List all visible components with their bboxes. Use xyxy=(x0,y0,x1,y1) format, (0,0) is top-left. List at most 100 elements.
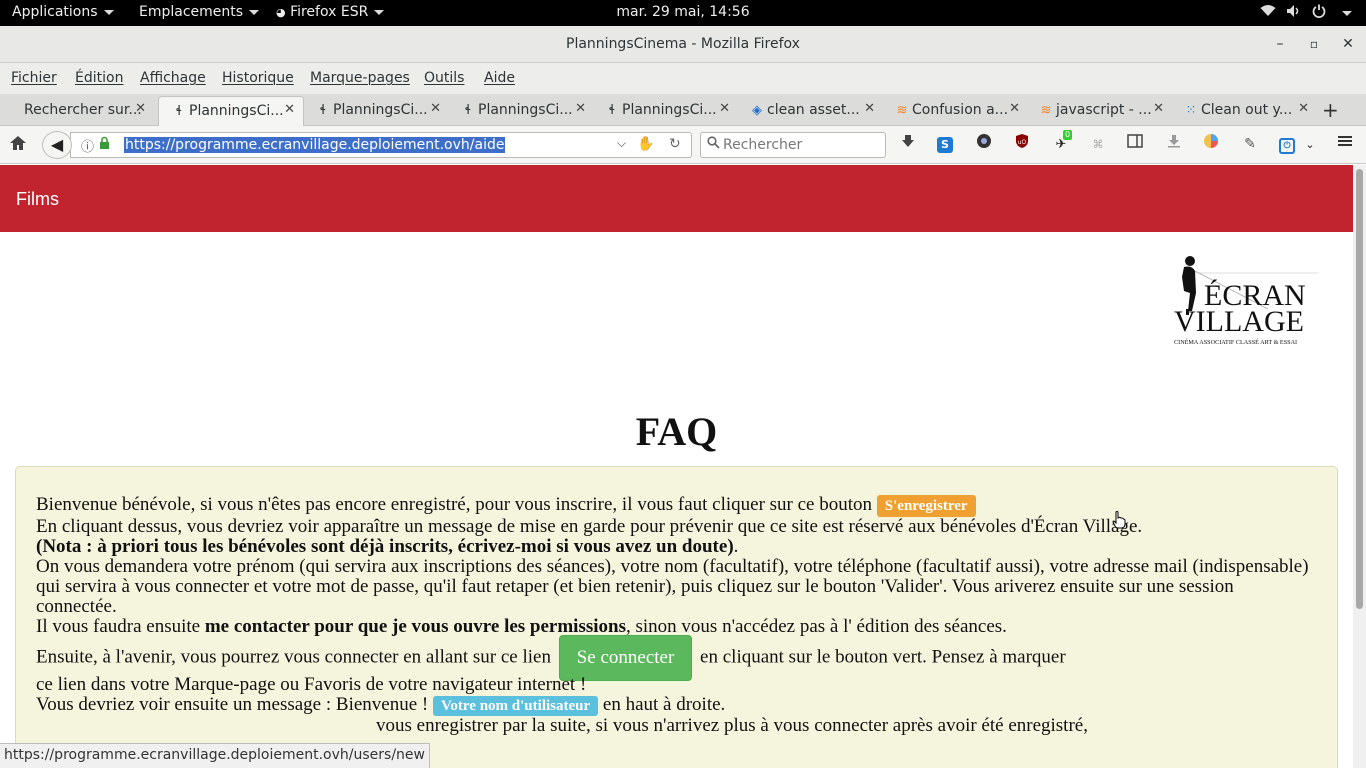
tab-planningscinema-2[interactable]: ɬ PlanningsCi... ✕ xyxy=(303,96,449,126)
faq-paragraph-welcome: Vous devriez voir ensuite un message : B… xyxy=(36,695,1316,716)
faq-nota-end: . xyxy=(733,536,739,557)
url-text[interactable]: https://programme.ecranvillage.deploieme… xyxy=(124,137,506,153)
tab-planningscinema-active[interactable]: ɬ PlanningsCi... ✕ xyxy=(158,96,304,126)
menu-edition[interactable]: Édition xyxy=(75,70,123,86)
tab-label: PlanningsCi... xyxy=(333,102,428,118)
menu-historique[interactable]: Historique xyxy=(222,70,294,86)
tab-clean-out[interactable]: ⁙ Clean out y... ✕ xyxy=(1171,96,1317,126)
search-input[interactable] xyxy=(723,135,881,155)
tab-label: javascript - ... xyxy=(1056,102,1152,118)
tab-confusion[interactable]: ≋ Confusion a... ✕ xyxy=(882,96,1028,126)
faq-nota-bold: (Nota : à priori tous les bénévoles sont… xyxy=(36,536,734,557)
logo-line2: VILLAGE xyxy=(1174,305,1304,338)
close-tab-icon[interactable]: ✕ xyxy=(1009,101,1020,116)
system-status-area[interactable] xyxy=(1260,4,1352,22)
close-button[interactable]: ✕ xyxy=(1338,34,1358,54)
brand-link-films[interactable]: Films xyxy=(16,189,59,210)
close-tab-icon[interactable]: ✕ xyxy=(1153,101,1164,116)
faq-welcome-before: Vous devriez voir ensuite un message : B… xyxy=(36,694,429,715)
menu-marque-pages[interactable]: Marque-pages xyxy=(310,70,410,86)
sidebar-icon[interactable] xyxy=(1125,133,1145,155)
tab-label: PlanningsCi... xyxy=(622,102,717,118)
navigation-toolbar: ⓘ https://programme.ecranvillage.deploie… xyxy=(0,126,1366,164)
arrow-left-icon: ◀ xyxy=(50,135,64,154)
faq-permissions-after: , sinon vous n'accédez pas à l' édition … xyxy=(626,616,1007,637)
site-navbar: Films xyxy=(0,165,1353,232)
badge-count: 0 xyxy=(1063,130,1073,140)
ecran-village-icon: ɬ xyxy=(464,103,472,118)
extension-hand-icon[interactable]: ✋ xyxy=(637,136,654,152)
system-top-bar: Applications Emplacements ◕ Firefox ESR … xyxy=(0,0,1366,26)
status-link-preview: https://programme.ecranvillage.deploieme… xyxy=(0,743,430,768)
minimize-button[interactable]: – xyxy=(1270,34,1290,54)
close-tab-icon[interactable]: ✕ xyxy=(1298,101,1309,116)
info-icon[interactable]: ⓘ xyxy=(81,136,94,155)
search-icon xyxy=(707,136,720,153)
window-title: PlanningsCinema - Mozilla Firefox xyxy=(566,36,800,52)
ecran-village-icon: ɬ xyxy=(608,103,616,118)
svg-text:uO: uO xyxy=(1018,139,1027,146)
clock[interactable]: mar. 29 mai, 14:56 xyxy=(0,4,1366,20)
close-tab-icon[interactable]: ✕ xyxy=(575,101,586,116)
bitwarden-icon[interactable]: ⏻ xyxy=(1277,133,1297,155)
faq-paragraph-reregister: vous enregistrer par la suite, si vous n… xyxy=(376,715,1088,736)
wifi-icon xyxy=(1260,4,1276,22)
menu-affichage[interactable]: Affichage xyxy=(140,70,206,86)
close-tab-icon[interactable]: ✕ xyxy=(864,101,875,116)
chevron-down-icon[interactable]: ⌄ xyxy=(1300,133,1320,155)
tab-label: PlanningsCi... xyxy=(189,103,284,119)
logo-tagline: CINÉMA ASSOCIATIF CLASSÉ ART & ESSAI xyxy=(1174,338,1297,346)
stackoverflow-icon: ≋ xyxy=(1040,103,1052,118)
window-title-bar[interactable]: PlanningsCinema - Mozilla Firefox – ▫ ✕ xyxy=(0,26,1366,63)
tab-planningscinema-3[interactable]: ɬ PlanningsCi... ✕ xyxy=(448,96,594,126)
greasemonkey-icon[interactable]: ✈ 0 xyxy=(1051,130,1073,155)
menu-outils[interactable]: Outils xyxy=(424,70,464,86)
page-content: Films ÉCRAN VILLAGE CINÉMA ASSOCIATIF CL… xyxy=(0,165,1353,768)
close-tab-icon[interactable]: ✕ xyxy=(719,101,730,116)
username-badge[interactable]: Votre nom d'utilisateur xyxy=(432,696,599,716)
scrollbar-thumb[interactable] xyxy=(1356,169,1363,609)
menu-aide[interactable]: Aide xyxy=(484,70,515,86)
ecran-village-icon: ɬ xyxy=(175,104,183,119)
tab-label: PlanningsCi... xyxy=(478,102,573,118)
close-tab-icon[interactable]: ✕ xyxy=(284,102,295,117)
close-tab-icon[interactable]: ✕ xyxy=(430,101,441,116)
pocket-download-icon[interactable] xyxy=(898,133,918,155)
faq-paragraph-nota: (Nota : à priori tous les bénévoles sont… xyxy=(36,537,1316,557)
dots-icon: ⁙ xyxy=(1185,103,1197,118)
home-icon[interactable] xyxy=(8,135,28,155)
url-bar[interactable]: ⓘ https://programme.ecranvillage.deploie… xyxy=(70,132,692,158)
downloads-icon[interactable] xyxy=(1164,133,1184,155)
s-extension-icon[interactable]: S xyxy=(935,133,955,155)
clock-label: mar. 29 mai, 14:56 xyxy=(616,4,750,20)
register-button[interactable]: S'enregistrer xyxy=(876,495,976,517)
close-tab-icon[interactable]: ✕ xyxy=(135,101,146,116)
page-title: FAQ xyxy=(635,409,718,454)
maximize-button[interactable]: ▫ xyxy=(1304,34,1324,54)
faq-paragraph-form: On vous demandera votre prénom (qui serv… xyxy=(36,556,1309,617)
back-button[interactable]: ◀ xyxy=(42,131,72,159)
menu-fichier[interactable]: Fichier xyxy=(11,70,57,86)
new-tab-button[interactable]: + xyxy=(1322,98,1339,122)
color-picker-icon[interactable] xyxy=(1201,133,1221,155)
faq-login-before: Ensuite, à l'avenir, vous pourrez vous c… xyxy=(36,646,551,668)
tab-javascript[interactable]: ≋ javascript - ... ✕ xyxy=(1026,96,1172,126)
url-dropdown-icon[interactable]: ⌵ xyxy=(617,136,626,151)
reload-icon[interactable]: ↻ xyxy=(669,136,681,152)
ublock-icon[interactable]: uO xyxy=(1012,133,1032,155)
tab-planningscinema-4[interactable]: ɬ PlanningsCi... ✕ xyxy=(592,96,738,126)
faq-text-register: Bienvenue bénévole, si vous n'êtes pas e… xyxy=(36,494,873,515)
faq-welcome-after: en haut à droite. xyxy=(602,694,726,715)
page-scrollbar[interactable] xyxy=(1353,165,1366,768)
faq-content: Bienvenue bénévole, si vous n'êtes pas e… xyxy=(36,495,1316,736)
tab-clean-assets[interactable]: ◈ clean asset... ✕ xyxy=(737,96,883,126)
tab-label: clean asset... xyxy=(767,102,860,118)
search-bar[interactable] xyxy=(700,132,886,158)
faq-login-after: en cliquant sur le bouton vert. Pensez à… xyxy=(700,646,1066,668)
tab-rechercher[interactable]: Rechercher sur... ✕ xyxy=(10,96,154,126)
camera-extension-icon[interactable] xyxy=(974,133,994,155)
tab-label: Confusion a... xyxy=(912,102,1009,118)
extension-icon[interactable]: ⌘ xyxy=(1088,133,1108,155)
eyedropper-icon[interactable]: ✎ xyxy=(1240,133,1260,155)
hamburger-menu-icon[interactable] xyxy=(1335,133,1355,155)
